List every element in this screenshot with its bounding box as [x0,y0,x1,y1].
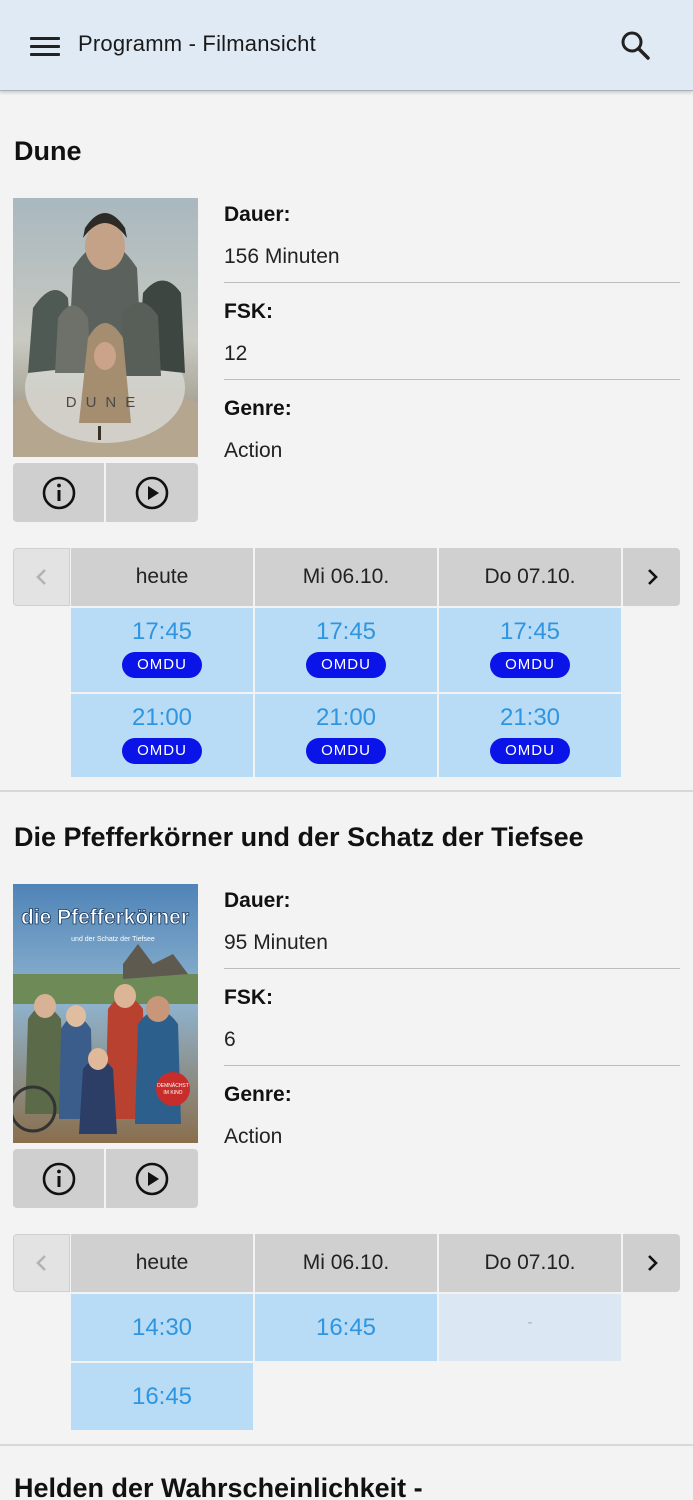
duration-label: Dauer: [224,203,291,226]
divider [224,282,680,283]
showtime-time: 21:30 [499,704,561,731]
showtime-slot-empty: - [439,1294,621,1361]
showtime-time: 17:45 [131,618,193,645]
page-title: Programm - Filmansicht [78,31,316,56]
divider [224,968,680,969]
duration-label: Dauer: [224,889,291,912]
fsk-label: FSK: [224,986,273,1009]
showtime-slot[interactable]: 17:45 OMDU [255,608,437,692]
chevron-right-icon [647,1255,658,1271]
info-button[interactable] [13,1149,104,1208]
version-badge: OMDU [122,652,202,678]
next-days-button[interactable] [623,548,680,606]
version-badge: OMDU [490,652,570,678]
showtime-time: 21:00 [315,704,377,731]
section-divider [0,790,693,792]
svg-text:DUNE: DUNE [66,394,145,411]
next-days-button[interactable] [623,1234,680,1292]
duration-value: 156 Minuten [224,245,340,268]
fsk-label: FSK: [224,300,273,323]
fsk-value: 6 [224,1028,236,1051]
showtime-slot[interactable]: 21:00 OMDU [71,694,253,777]
info-button[interactable] [13,463,104,522]
showtime-slot[interactable]: 16:45 [71,1363,253,1430]
showtime-slot[interactable]: 14:30 [71,1294,253,1361]
app-bar: Programm - Filmansicht [0,0,693,91]
chevron-right-icon [647,569,658,585]
showtime-slot[interactable]: 17:45 OMDU [71,608,253,692]
day-tab-today[interactable]: heute [71,548,253,606]
film-title: Die Pfefferkörner und der Schatz der Tie… [14,822,584,852]
version-badge: OMDU [306,738,386,764]
showtime-time: 16:45 [131,1383,193,1410]
showtime-slot[interactable]: 21:30 OMDU [439,694,621,777]
previous-days-button[interactable] [13,548,70,606]
chevron-left-icon [35,569,46,585]
day-tab[interactable]: Mi 06.10. [255,1234,437,1292]
play-trailer-button[interactable] [106,1149,198,1208]
day-tab-today[interactable]: heute [71,1234,253,1292]
showtime-slot[interactable]: 16:45 [255,1294,437,1361]
version-badge: OMDU [490,738,570,764]
film-poster[interactable]: die Pfefferkörner und der Schatz der Tie… [13,884,198,1143]
svg-text:und der Schatz der Tiefsee: und der Schatz der Tiefsee [71,936,155,943]
film-title: Helden der Wahrscheinlichkeit - [14,1473,423,1500]
showtime-time: 21:00 [131,704,193,731]
previous-days-button[interactable] [13,1234,70,1292]
search-icon[interactable] [614,24,658,68]
showtime-time: 16:45 [315,1314,377,1341]
play-icon [135,1162,169,1195]
info-icon [42,476,75,509]
version-badge: OMDU [122,738,202,764]
fsk-value: 12 [224,342,248,365]
svg-text:DEMNÄCHST: DEMNÄCHST [157,1082,189,1089]
divider [224,1065,680,1066]
day-tab[interactable]: Mi 06.10. [255,548,437,606]
svg-text:die Pfefferkörner: die Pfefferkörner [21,906,189,929]
showtime-slot[interactable]: 17:45 OMDU [439,608,621,692]
genre-label: Genre: [224,397,292,420]
play-trailer-button[interactable] [106,463,198,522]
hamburger-menu-icon[interactable] [24,27,66,65]
film-poster[interactable]: DUNE [13,198,198,457]
film-action-buttons [13,1149,198,1208]
day-tab[interactable]: Do 07.10. [439,1234,621,1292]
svg-text:IM KINO: IM KINO [163,1090,182,1096]
play-icon [135,476,169,509]
divider [224,379,680,380]
info-icon [42,1162,75,1195]
genre-value: Action [224,439,283,462]
no-showtime: - [527,1314,533,1331]
genre-value: Action [224,1125,283,1148]
version-badge: OMDU [306,652,386,678]
genre-label: Genre: [224,1083,292,1106]
duration-value: 95 Minuten [224,931,328,954]
film-action-buttons [13,463,198,522]
film-title: Dune [14,136,82,166]
section-divider [0,1444,693,1446]
showtime-slot[interactable]: 21:00 OMDU [255,694,437,777]
showtime-time: 17:45 [499,618,561,645]
showtime-time: 14:30 [131,1314,193,1341]
day-tab[interactable]: Do 07.10. [439,548,621,606]
chevron-left-icon [35,1255,46,1271]
showtime-time: 17:45 [315,618,377,645]
